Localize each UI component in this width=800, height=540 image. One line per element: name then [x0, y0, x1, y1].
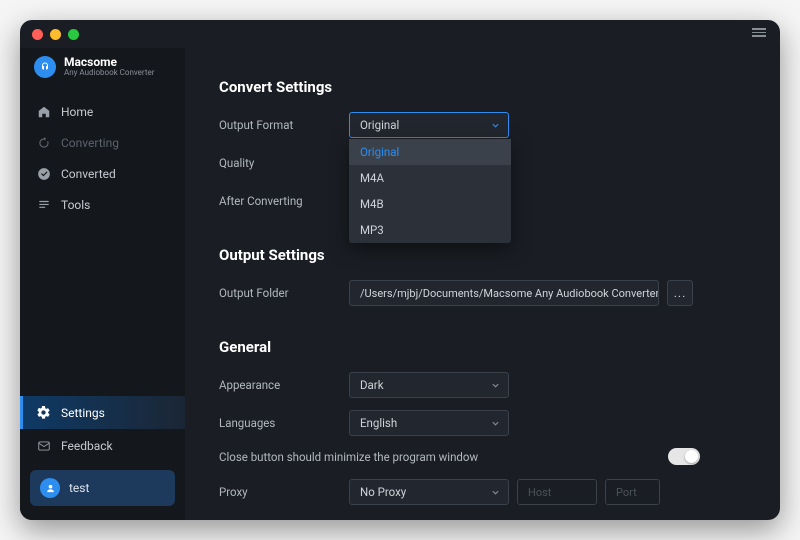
output-format-dropdown: Original M4A M4B MP3 [349, 139, 511, 243]
proxy-value: No Proxy [360, 485, 406, 499]
languages-select[interactable]: English [349, 410, 509, 436]
output-folder-label: Output Folder [219, 286, 349, 300]
appearance-value: Dark [360, 378, 384, 392]
sidebar-item-converting[interactable]: Converting [20, 127, 185, 158]
proxy-port-input[interactable]: Port [605, 479, 660, 505]
chevron-down-icon [491, 488, 500, 497]
close-minimize-toggle[interactable] [668, 448, 700, 465]
proxy-select[interactable]: No Proxy [349, 479, 509, 505]
user-chip[interactable]: test [30, 470, 175, 506]
languages-value: English [360, 416, 397, 430]
sidebar-item-tools[interactable]: Tools [20, 189, 185, 220]
close-window-button[interactable] [32, 29, 43, 40]
output-format-select[interactable]: Original Original M4A M4B MP3 [349, 112, 509, 138]
user-name: test [69, 481, 89, 495]
appearance-select[interactable]: Dark [349, 372, 509, 398]
quality-label: Quality [219, 156, 349, 170]
gear-icon [36, 405, 51, 420]
dropdown-option-m4a[interactable]: M4A [349, 165, 511, 191]
section-title-general: General [219, 338, 740, 356]
app-window: Macsome Any Audiobook Converter Home Con… [20, 20, 780, 520]
avatar-icon [40, 478, 60, 498]
output-format-label: Output Format [219, 118, 349, 132]
converted-icon [36, 166, 51, 181]
sidebar-item-label: Settings [61, 406, 105, 420]
titlebar [20, 20, 780, 48]
chevron-down-icon [491, 419, 500, 428]
home-icon [36, 104, 51, 119]
dropdown-option-original[interactable]: Original [349, 139, 511, 165]
dropdown-option-mp3[interactable]: MP3 [349, 217, 511, 243]
primary-nav: Home Converting Converted Tools [20, 96, 185, 220]
chevron-down-icon [491, 121, 500, 130]
sidebar-item-label: Converting [61, 136, 119, 150]
sidebar-item-settings[interactable]: Settings [20, 396, 185, 429]
sidebar: Macsome Any Audiobook Converter Home Con… [20, 48, 185, 520]
chevron-down-icon [491, 381, 500, 390]
sidebar-item-label: Home [61, 105, 93, 119]
converting-icon [36, 135, 51, 150]
brand-logo-icon [34, 56, 56, 78]
hamburger-menu-icon[interactable] [752, 28, 766, 37]
section-title-output: Output Settings [219, 246, 740, 264]
appearance-label: Appearance [219, 378, 349, 392]
sidebar-item-feedback[interactable]: Feedback [20, 429, 185, 462]
languages-label: Languages [219, 416, 349, 430]
section-title-convert: Convert Settings [219, 78, 740, 96]
sidebar-item-label: Converted [61, 167, 116, 181]
browse-folder-button[interactable]: ... [667, 280, 693, 306]
minimize-window-button[interactable] [50, 29, 61, 40]
close-minimize-label: Close button should minimize the program… [219, 450, 478, 464]
brand-subtitle: Any Audiobook Converter [64, 69, 154, 78]
output-format-value: Original [360, 118, 399, 132]
after-converting-label: After Converting [219, 194, 349, 208]
brand: Macsome Any Audiobook Converter [20, 52, 185, 92]
app-body: Macsome Any Audiobook Converter Home Con… [20, 48, 780, 520]
output-folder-path[interactable]: /Users/mjbj/Documents/Macsome Any Audiob… [349, 280, 659, 306]
window-controls [32, 29, 79, 40]
sidebar-item-label: Tools [61, 198, 90, 212]
proxy-label: Proxy [219, 485, 349, 499]
sidebar-item-converted[interactable]: Converted [20, 158, 185, 189]
proxy-host-input[interactable]: Host [517, 479, 597, 505]
main-content: Convert Settings Output Format Original … [185, 48, 780, 520]
mail-icon [36, 438, 51, 453]
sidebar-item-home[interactable]: Home [20, 96, 185, 127]
maximize-window-button[interactable] [68, 29, 79, 40]
sidebar-item-label: Feedback [61, 439, 113, 453]
tools-icon [36, 197, 51, 212]
dropdown-option-m4b[interactable]: M4B [349, 191, 511, 217]
